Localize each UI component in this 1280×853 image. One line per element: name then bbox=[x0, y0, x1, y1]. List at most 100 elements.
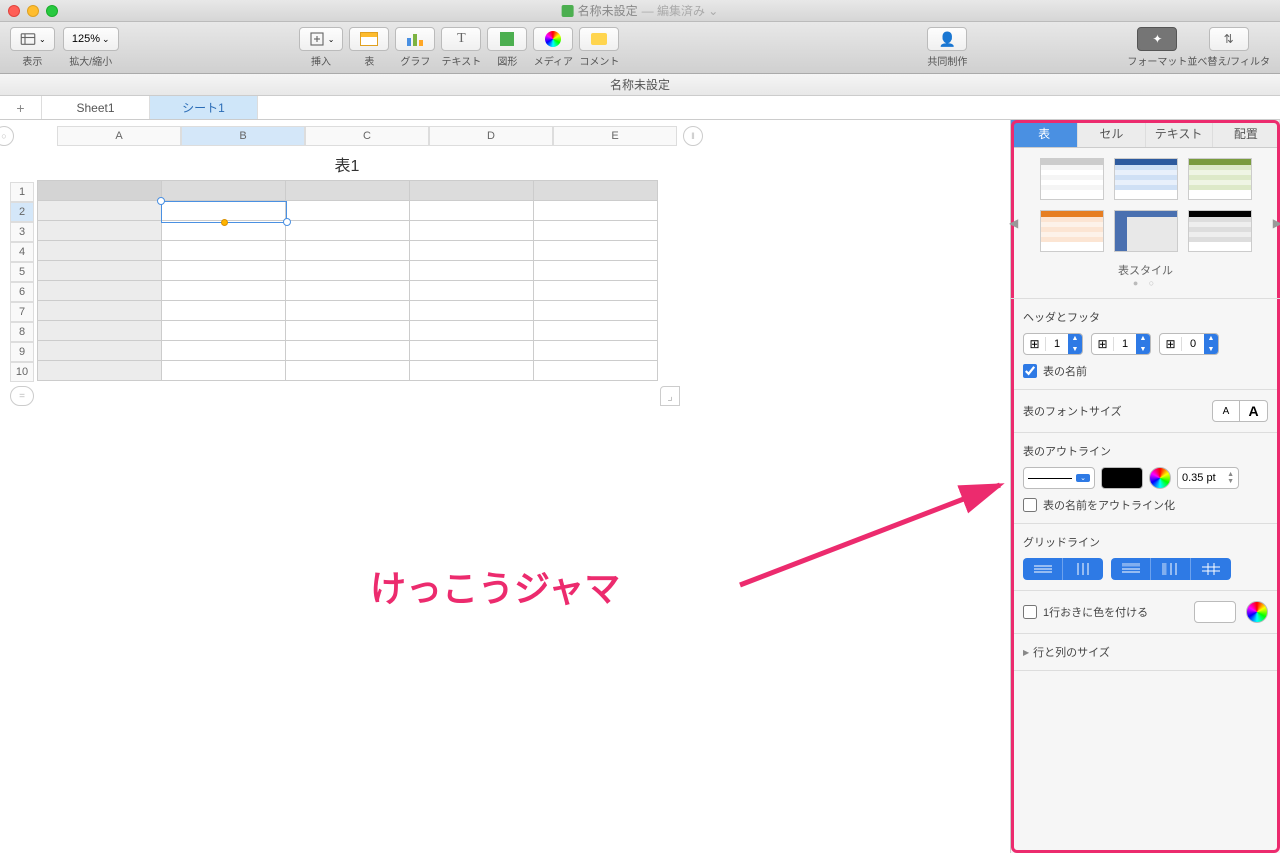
style-caption: 表スタイル bbox=[1023, 262, 1268, 278]
outline-width-input[interactable]: 0.35 pt▲▼ bbox=[1177, 467, 1239, 489]
row-header-10[interactable]: 10 bbox=[10, 362, 34, 382]
gridline-header-v-button[interactable] bbox=[1151, 558, 1191, 580]
row-header-5[interactable]: 5 bbox=[10, 262, 34, 282]
row-header-7[interactable]: 7 bbox=[10, 302, 34, 322]
row-col-size-disclosure[interactable]: 行と列のサイズ bbox=[1023, 644, 1268, 660]
document-name: 名称未設定 bbox=[578, 2, 638, 19]
window-title[interactable]: 名称未設定 — 編集済み ⌄ bbox=[562, 2, 719, 19]
add-sheet-button[interactable]: + bbox=[0, 96, 42, 119]
add-column-handle[interactable]: ‖ bbox=[683, 126, 703, 146]
footer-rows-stepper[interactable]: ⊞0▲▼ bbox=[1159, 333, 1219, 355]
alternating-color-wheel[interactable] bbox=[1246, 601, 1268, 623]
add-row-handle[interactable]: = bbox=[10, 386, 34, 406]
view-label: 表示 bbox=[22, 53, 42, 68]
selection-center-dot[interactable] bbox=[221, 219, 228, 226]
chart-icon bbox=[407, 32, 423, 46]
row-header-6[interactable]: 6 bbox=[10, 282, 34, 302]
outline-name-checkbox[interactable] bbox=[1023, 498, 1037, 512]
chart-button[interactable] bbox=[395, 27, 435, 51]
media-icon bbox=[545, 31, 561, 47]
table-style-1[interactable] bbox=[1040, 158, 1104, 200]
inspector-tab-cell[interactable]: セル bbox=[1078, 120, 1145, 147]
format-inspector: 表 セル テキスト 配置 ◀ ▶ 表スタイル ● ○ ヘッダとフッタ bbox=[1010, 120, 1280, 853]
comment-button[interactable] bbox=[579, 27, 619, 51]
style-next-button[interactable]: ▶ bbox=[1273, 216, 1280, 230]
resize-table-handle[interactable]: ⌟ bbox=[660, 386, 680, 406]
titlebar: 名称未設定 — 編集済み ⌄ bbox=[0, 0, 1280, 22]
sheet-tab-0[interactable]: Sheet1 bbox=[42, 96, 150, 119]
col-header-a[interactable]: A bbox=[57, 126, 181, 146]
view-button[interactable]: ⌄ bbox=[10, 27, 55, 51]
table-title[interactable]: 表1 bbox=[37, 152, 657, 176]
outline-color-wheel[interactable] bbox=[1149, 467, 1171, 489]
alternating-rows-label: 1行おきに色を付ける bbox=[1043, 604, 1148, 620]
col-header-e[interactable]: E bbox=[553, 126, 677, 146]
inspector-tabs: 表 セル テキスト 配置 bbox=[1011, 120, 1280, 148]
outline-color-swatch[interactable] bbox=[1101, 467, 1143, 489]
insert-button[interactable]: ⌄ bbox=[299, 27, 344, 51]
header-rows-stepper[interactable]: ⊞1▲▼ bbox=[1023, 333, 1083, 355]
table-name-checkbox[interactable] bbox=[1023, 364, 1037, 378]
spreadsheet-canvas[interactable]: ○ A B C D E ‖ 表1 bbox=[0, 120, 1010, 853]
inspector-tab-text[interactable]: テキスト bbox=[1146, 120, 1213, 147]
row-header-1[interactable]: 1 bbox=[10, 182, 34, 202]
toolbar: ⌄ 表示 125% 拡大/縮小 ⌄ 挿入 表 グラフ T テキスト 図形 bbox=[0, 22, 1280, 74]
table-style-3[interactable] bbox=[1188, 158, 1252, 200]
style-page-dots[interactable]: ● ○ bbox=[1023, 278, 1268, 288]
close-window-button[interactable] bbox=[8, 5, 20, 17]
shape-button[interactable] bbox=[487, 27, 527, 51]
column-headers: A B C D E bbox=[57, 126, 677, 146]
col-header-d[interactable]: D bbox=[429, 126, 553, 146]
table-style-4[interactable] bbox=[1040, 210, 1104, 252]
header-cols-stepper[interactable]: ⊞1▲▼ bbox=[1091, 333, 1151, 355]
gridline-v-button[interactable] bbox=[1063, 558, 1103, 580]
sort-filter-button[interactable]: ⇅ bbox=[1209, 27, 1249, 51]
footer-rows-icon: ⊞ bbox=[1160, 337, 1182, 351]
inspector-tab-table[interactable]: 表 bbox=[1011, 120, 1078, 147]
sheet-tab-1[interactable]: シート1 bbox=[150, 96, 258, 119]
table-style-2[interactable] bbox=[1114, 158, 1178, 200]
row-header-8[interactable]: 8 bbox=[10, 322, 34, 342]
outline-label: 表のアウトライン bbox=[1023, 443, 1268, 459]
inspector-tab-arrange[interactable]: 配置 bbox=[1213, 120, 1280, 147]
collaborate-icon: 👤 bbox=[939, 31, 956, 48]
font-size-larger-button[interactable]: A bbox=[1240, 400, 1268, 422]
gridline-h-button[interactable] bbox=[1023, 558, 1063, 580]
media-button[interactable] bbox=[533, 27, 573, 51]
table-icon bbox=[360, 32, 378, 46]
table-name-label: 表の名前 bbox=[1043, 363, 1087, 379]
row-header-4[interactable]: 4 bbox=[10, 242, 34, 262]
alternating-color-swatch[interactable] bbox=[1194, 601, 1236, 623]
gridline-header-h-button[interactable] bbox=[1111, 558, 1151, 580]
collaborate-button[interactable]: 👤 bbox=[927, 27, 967, 51]
zoom-select[interactable]: 125% bbox=[63, 27, 119, 51]
selection-handle-tl[interactable] bbox=[157, 197, 165, 205]
sheet-title-bar: 名称未設定 bbox=[0, 74, 1280, 96]
traffic-lights bbox=[8, 5, 58, 17]
header-cols-icon: ⊞ bbox=[1092, 337, 1114, 351]
style-prev-button[interactable]: ◀ bbox=[1009, 216, 1018, 230]
table-style-6[interactable] bbox=[1188, 210, 1252, 252]
row-header-3[interactable]: 3 bbox=[10, 222, 34, 242]
table-button[interactable] bbox=[349, 27, 389, 51]
select-all-handle[interactable]: ○ bbox=[0, 126, 14, 146]
minimize-window-button[interactable] bbox=[27, 5, 39, 17]
outline-style-select[interactable]: ⌄ bbox=[1023, 467, 1095, 489]
font-size-label: 表のフォントサイズ bbox=[1023, 403, 1122, 419]
header-rows-icon: ⊞ bbox=[1024, 337, 1046, 351]
gridline-all-button[interactable] bbox=[1191, 558, 1231, 580]
row-header-2[interactable]: 2 bbox=[10, 202, 34, 222]
text-button[interactable]: T bbox=[441, 27, 481, 51]
alternating-rows-checkbox[interactable] bbox=[1023, 605, 1037, 619]
sheet-tabs: + Sheet1 シート1 bbox=[0, 96, 1280, 120]
table-style-5[interactable] bbox=[1114, 210, 1178, 252]
spreadsheet-table[interactable] bbox=[37, 180, 658, 381]
maximize-window-button[interactable] bbox=[46, 5, 58, 17]
format-button[interactable]: ✦ bbox=[1137, 27, 1177, 51]
col-header-c[interactable]: C bbox=[305, 126, 429, 146]
row-header-9[interactable]: 9 bbox=[10, 342, 34, 362]
selection-handle-br[interactable] bbox=[283, 218, 291, 226]
col-header-b[interactable]: B bbox=[181, 126, 305, 146]
font-size-smaller-button[interactable]: A bbox=[1212, 400, 1240, 422]
comment-icon bbox=[591, 33, 607, 45]
